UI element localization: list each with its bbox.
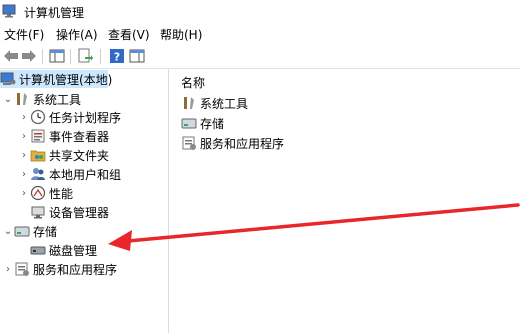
tree-item-label: 设备管理器 <box>49 205 110 220</box>
shared-folder-icon <box>30 147 46 163</box>
storage-icon <box>14 223 30 239</box>
tree-item-task-scheduler[interactable]: › 任务计划程序 <box>18 108 121 126</box>
tree-item-label: 共享文件夹 <box>49 148 110 163</box>
tree-item-services-apps[interactable]: › 服务和应用程序 <box>2 260 117 278</box>
menu-bar: 文件(F) 操作(A) 查看(V) 帮助(H) <box>0 24 520 44</box>
chevron-right-icon[interactable]: › <box>18 146 30 164</box>
list-item-label: 系统工具 <box>200 96 249 111</box>
tree-item-local-users[interactable]: › 本地用户和组 <box>18 165 121 183</box>
tree-item-label: 存储 <box>33 224 58 239</box>
chevron-right-icon[interactable]: › <box>2 260 14 278</box>
device-manager-icon <box>30 204 46 220</box>
tree-item-disk-management[interactable]: 磁盘管理 <box>30 241 97 259</box>
navigation-tree: 计算机管理(本地) ⌄ 系统工具 › 任务计划程序 › 事件查看器 › 共享文件… <box>0 68 169 333</box>
tools-icon <box>14 91 30 107</box>
window-title: 计算机管理 <box>24 6 85 20</box>
chevron-down-icon[interactable]: ⌄ <box>2 90 14 108</box>
clock-icon <box>30 109 46 125</box>
list-item[interactable]: 服务和应用程序 <box>181 134 284 152</box>
tree-item-event-viewer[interactable]: › 事件查看器 <box>18 127 109 145</box>
services-icon <box>14 261 30 277</box>
menu-action[interactable]: 操作(A) <box>56 26 98 43</box>
disk-icon <box>30 242 46 258</box>
tree-item-device-manager[interactable]: 设备管理器 <box>30 203 109 221</box>
forward-arrow-icon[interactable] <box>20 47 38 65</box>
list-item[interactable]: 系统工具 <box>181 94 248 112</box>
action-pane-icon[interactable] <box>128 47 146 65</box>
chevron-right-icon[interactable]: › <box>18 165 30 183</box>
list-item-label: 服务和应用程序 <box>200 136 285 151</box>
tree-item-shared-folders[interactable]: › 共享文件夹 <box>18 146 109 164</box>
menu-file[interactable]: 文件(F) <box>4 26 44 43</box>
toolbar-separator <box>70 49 71 64</box>
toolbar-separator <box>100 49 101 64</box>
users-icon <box>30 166 46 182</box>
tree-item-storage[interactable]: ⌄ 存储 <box>2 222 57 240</box>
tree-item-label: 本地用户和组 <box>49 167 122 182</box>
list-item-label: 存储 <box>200 116 225 131</box>
tree-item-label: 任务计划程序 <box>49 110 122 125</box>
export-list-icon[interactable] <box>76 47 94 65</box>
chevron-right-icon[interactable]: › <box>18 108 30 126</box>
event-viewer-icon <box>30 128 46 144</box>
chevron-right-icon[interactable]: › <box>18 184 30 202</box>
tree-item-label: 系统工具 <box>33 92 82 107</box>
tree-item-label: 计算机管理(本地) <box>19 72 113 87</box>
tree-item-system-tools[interactable]: ⌄ 系统工具 <box>2 90 81 108</box>
menu-help[interactable]: 帮助(H) <box>160 26 202 43</box>
column-header-name[interactable]: 名称 <box>181 74 205 91</box>
svg-text:?: ? <box>114 51 120 64</box>
menu-view[interactable]: 查看(V) <box>108 26 150 43</box>
tree-item-label: 事件查看器 <box>49 129 110 144</box>
storage-icon <box>181 115 197 131</box>
tree-item-label: 性能 <box>49 186 74 201</box>
tree-item-label: 磁盘管理 <box>49 243 98 258</box>
chevron-down-icon[interactable]: ⌄ <box>2 222 14 240</box>
toolbar: ? <box>0 44 520 69</box>
tree-item-label: 服务和应用程序 <box>33 262 118 277</box>
title-bar: 计算机管理 <box>0 0 520 24</box>
help-icon[interactable]: ? <box>108 47 126 65</box>
content-pane: 名称 系统工具 存储 服务和应用程序 <box>169 68 520 333</box>
computer-management-icon <box>0 71 16 87</box>
performance-icon <box>30 185 46 201</box>
back-arrow-icon[interactable] <box>2 47 20 65</box>
show-hide-tree-icon[interactable] <box>48 47 66 65</box>
services-icon <box>181 135 197 151</box>
list-item[interactable]: 存储 <box>181 114 224 132</box>
toolbar-separator <box>42 49 43 64</box>
tools-icon <box>181 95 197 111</box>
tree-item-performance[interactable]: › 性能 <box>18 184 73 202</box>
tree-item-computer-management[interactable]: 计算机管理(本地) <box>0 70 112 88</box>
chevron-right-icon[interactable]: › <box>18 127 30 145</box>
computer-management-icon <box>2 4 18 18</box>
